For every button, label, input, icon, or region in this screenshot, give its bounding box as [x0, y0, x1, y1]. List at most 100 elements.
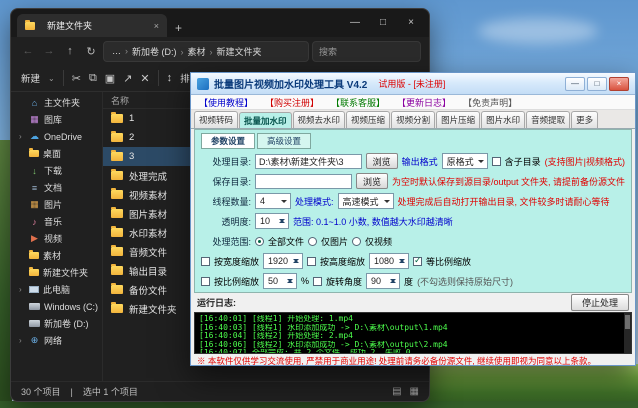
breadcrumb-segment[interactable]: 素材	[186, 45, 215, 58]
breadcrumb[interactable]: …新加卷 (D:)素材新建文件夹	[103, 41, 309, 62]
sidebar-item[interactable]: ≡ 文档	[11, 179, 102, 196]
output-format-select[interactable]: 原格式	[442, 153, 488, 169]
sub-tab[interactable]: 高级设置	[257, 133, 311, 149]
sidebar-item-label: 图库	[44, 113, 62, 126]
maximize-button[interactable]: □	[369, 11, 397, 33]
expand-chevron-icon[interactable]: ›	[19, 285, 25, 294]
sidebar-item[interactable]: ▦ 图库	[11, 111, 102, 128]
paste-icon[interactable]: ▣	[105, 72, 115, 85]
tool-link[interactable]: 【使用教程】	[199, 96, 253, 109]
sidebar-item[interactable]: Windows (C:)	[11, 298, 102, 315]
refresh-icon[interactable]: ↻	[82, 45, 100, 58]
details-view-icon[interactable]: ▤	[392, 386, 401, 397]
scope-all-radio[interactable]	[255, 237, 264, 246]
thumbnail-view-icon[interactable]: ▦	[410, 386, 419, 397]
minimize-button[interactable]: —	[341, 11, 369, 33]
copy-icon[interactable]: ⧉	[89, 72, 97, 85]
share-icon[interactable]: ↗	[123, 72, 132, 85]
close-button[interactable]: ×	[397, 11, 425, 33]
folder-icon	[111, 133, 123, 142]
breadcrumb-segment[interactable]: 新加卷 (D:)	[130, 45, 186, 58]
scope-video-radio[interactable]	[352, 237, 361, 246]
tool-tab[interactable]: 批量加水印	[239, 112, 292, 129]
tab-close-icon[interactable]: ×	[154, 21, 159, 31]
status-separator: |	[71, 387, 73, 397]
tool-tab[interactable]: 视频转码	[194, 111, 238, 128]
search-input[interactable]: 搜索	[312, 41, 421, 62]
tool-tab[interactable]: 音频提取	[526, 111, 570, 128]
expand-chevron-icon[interactable]: ›	[19, 132, 25, 141]
scale-width-spinner[interactable]: 1920	[263, 253, 303, 269]
save-dir-label: 保存目录:	[201, 175, 251, 188]
breadcrumb-segment[interactable]: …	[110, 46, 130, 56]
tool-window-controls: — □ ×	[565, 77, 629, 91]
sidebar-item-label: 新加卷 (D:)	[44, 317, 89, 330]
tool-tab[interactable]: 视频去水印	[293, 111, 346, 128]
scale-percent-checkbox[interactable]	[201, 277, 210, 286]
expand-chevron-icon[interactable]: ›	[19, 336, 25, 345]
tool-tab[interactable]: 更多	[571, 111, 598, 128]
log-console[interactable]: [16:40:01] [线程1] 开始处理: 1.mp4[16:40:03] […	[194, 312, 632, 354]
include-subdir-checkbox[interactable]	[492, 157, 501, 166]
rotate-spinner[interactable]: 90	[366, 273, 400, 289]
tool-link[interactable]: 【购买注册】	[265, 96, 319, 109]
keep-ratio-checkbox[interactable]	[413, 257, 422, 266]
breadcrumb-segment[interactable]: 新建文件夹	[215, 45, 268, 58]
sidebar-item[interactable]: ▶ 视频	[11, 230, 102, 247]
sidebar-item[interactable]: 素材	[11, 247, 102, 264]
cut-icon[interactable]: ✂	[72, 72, 81, 85]
scale-height-checkbox[interactable]	[307, 257, 316, 266]
rotate-checkbox[interactable]	[313, 277, 322, 286]
tool-link[interactable]: 【更新日志】	[397, 96, 451, 109]
save-browse-button[interactable]: 浏览	[356, 173, 388, 189]
thread-count-select[interactable]: 4	[255, 193, 291, 209]
new-tab-button[interactable]: +	[175, 21, 182, 37]
tool-link[interactable]: 【联系客服】	[331, 96, 385, 109]
tool-tab[interactable]: 视频压缩	[346, 111, 390, 128]
mode-select[interactable]: 高速模式	[338, 193, 394, 209]
sidebar-item-icon	[29, 269, 39, 276]
sub-tab[interactable]: 参数设置	[201, 133, 255, 149]
sidebar-item[interactable]: 新建文件夹	[11, 264, 102, 281]
minimize-button[interactable]: —	[565, 77, 585, 91]
delete-icon[interactable]: ✕	[140, 72, 149, 85]
save-dir-input[interactable]	[255, 174, 352, 189]
folder-icon	[111, 247, 123, 256]
new-button[interactable]: 新建	[21, 71, 40, 85]
sidebar-item[interactable]: ⌂ 主文件夹	[11, 94, 102, 111]
sidebar-item-label: 图片	[44, 198, 62, 211]
item-count: 30 个项目	[21, 385, 61, 398]
tool-tab[interactable]: 视频分割	[391, 111, 435, 128]
sidebar-item[interactable]: ↓ 下载	[11, 162, 102, 179]
explorer-tab[interactable]: 新建文件夹 ×	[17, 14, 167, 37]
console-scrollbar[interactable]	[624, 313, 631, 353]
scale-height-spinner[interactable]: 1080	[369, 253, 409, 269]
sidebar-item[interactable]: ▦ 图片	[11, 196, 102, 213]
scope-image-radio[interactable]	[308, 237, 317, 246]
opacity-hint: 范围: 0.1~1.0 小数, 数值越大水印越清晰	[293, 215, 453, 228]
source-browse-button[interactable]: 浏览	[366, 153, 398, 169]
maximize-button[interactable]: □	[587, 77, 607, 91]
form-row-scale-wh: 按宽度缩放 1920 按高度缩放 1080 等比例缩放	[201, 251, 625, 271]
sidebar-item[interactable]: 桌面	[11, 145, 102, 162]
scale-percent-spinner[interactable]: 50	[263, 273, 297, 289]
sort-icon: ↕	[167, 72, 173, 84]
tool-link[interactable]: 【免责声明】	[463, 96, 517, 109]
back-icon[interactable]: ←	[19, 45, 37, 57]
opacity-spinner[interactable]: 10	[255, 213, 289, 229]
stop-button[interactable]: 停止处理	[571, 294, 629, 311]
source-dir-input[interactable]: D:\素材\新建文件夹\3	[255, 154, 362, 169]
sidebar-item[interactable]: ♪ 音乐	[11, 213, 102, 230]
tool-tab[interactable]: 图片水印	[481, 111, 525, 128]
sidebar-item[interactable]: › ☁ OneDrive	[11, 128, 102, 145]
close-button[interactable]: ×	[609, 77, 629, 91]
tool-title-bar[interactable]: 批量图片视频加水印处理工具 V4.2 试用版 - [未注册] — □ ×	[191, 73, 635, 95]
sidebar-item[interactable]: › ⊕ 网络	[11, 332, 102, 349]
up-icon[interactable]: ↑	[61, 45, 79, 57]
sidebar-item[interactable]: › 此电脑	[11, 281, 102, 298]
sidebar-item-label: OneDrive	[44, 132, 82, 142]
scale-width-checkbox[interactable]	[201, 257, 210, 266]
sidebar-item[interactable]: 新加卷 (D:)	[11, 315, 102, 332]
forward-icon[interactable]: →	[40, 45, 58, 57]
tool-tab[interactable]: 图片压缩	[436, 111, 480, 128]
